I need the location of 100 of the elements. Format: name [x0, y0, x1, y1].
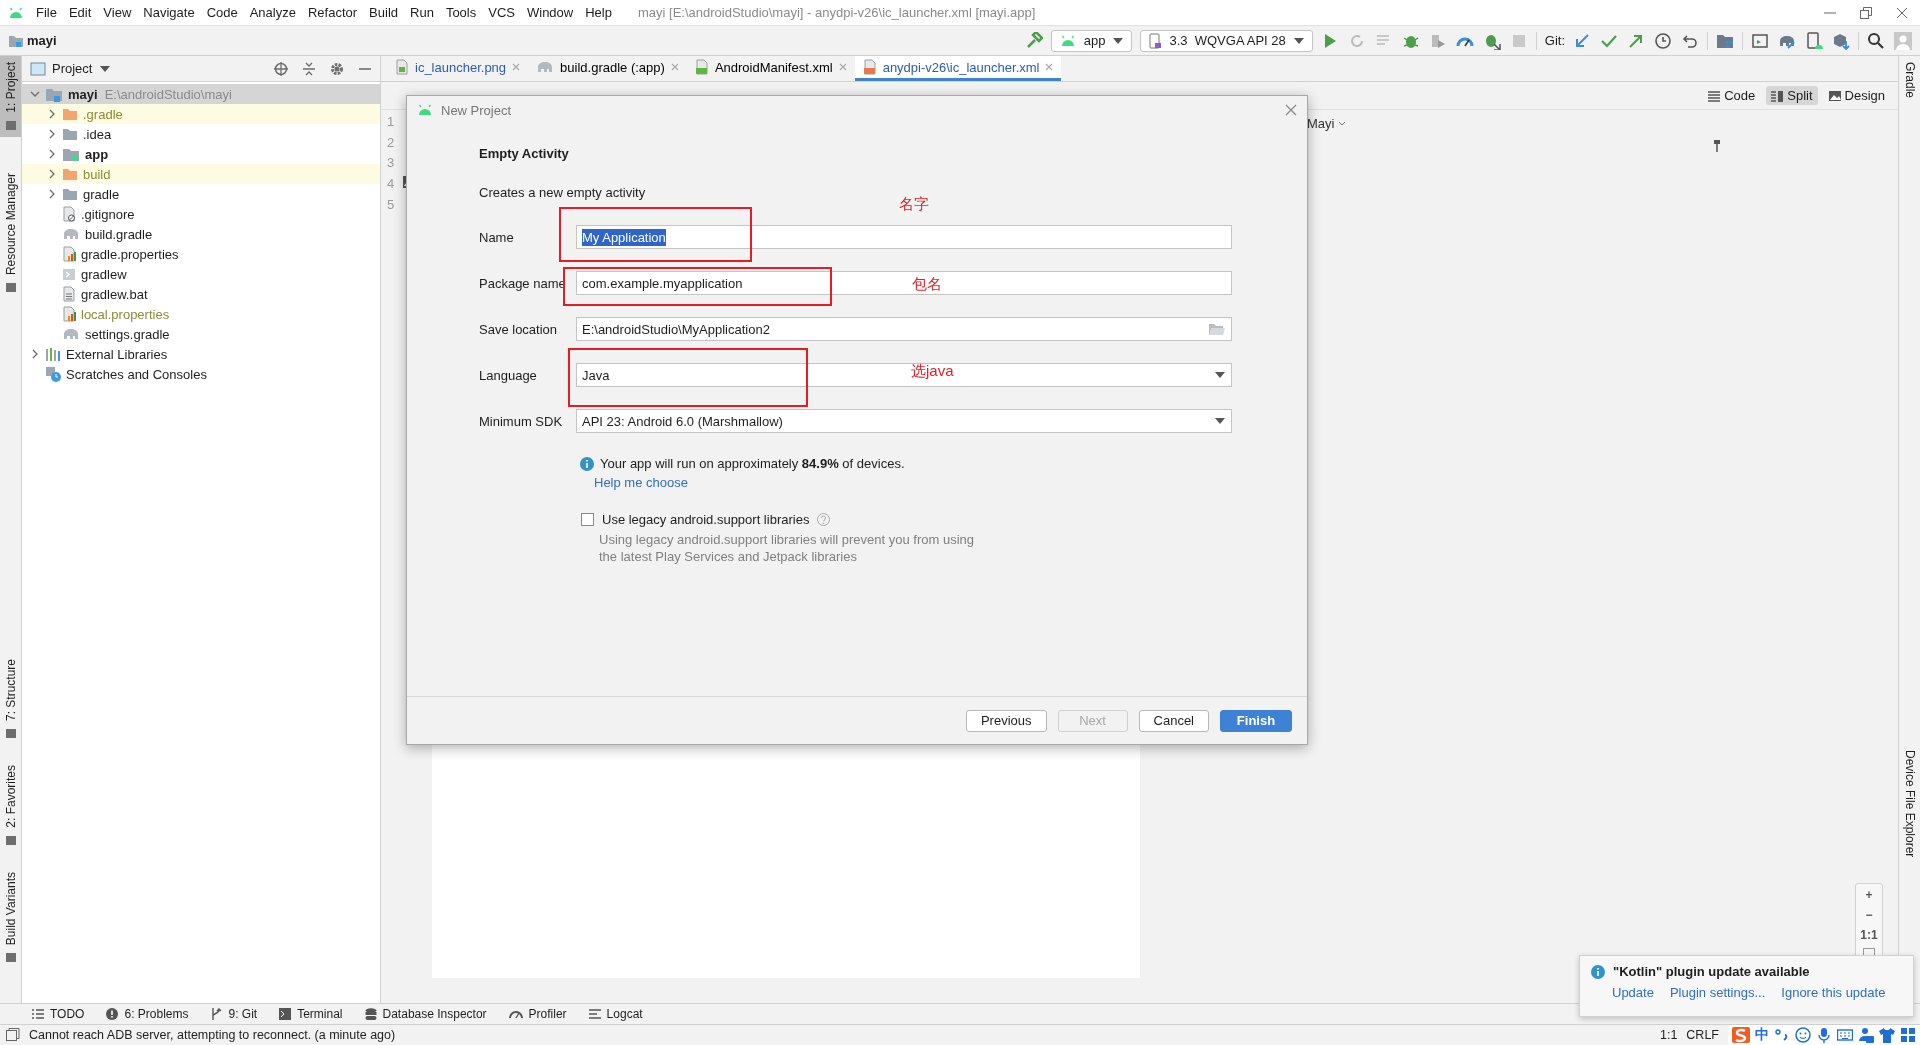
android-icon — [417, 104, 433, 116]
run-config-dropdown[interactable]: app — [1050, 29, 1133, 52]
close-icon[interactable] — [1285, 104, 1297, 116]
menu-item[interactable]: File — [30, 5, 63, 20]
editor-tab[interactable]: build.gradle (:app) — [528, 56, 687, 81]
menu-item[interactable]: Build — [363, 5, 404, 20]
device-dropdown[interactable]: 3.3 WQVGA API 28 — [1140, 29, 1313, 52]
tree-item[interactable]: mayi E:\androidStudio\mayi — [22, 84, 380, 104]
xml-file-icon — [862, 59, 877, 75]
menu-item[interactable]: Tools — [439, 5, 483, 20]
notification-link[interactable]: Update — [1612, 985, 1654, 1000]
menu-item[interactable]: Refactor — [301, 5, 364, 20]
tree-item[interactable]: .gradle — [22, 104, 380, 124]
tool-window-button[interactable]: Device File Explorer — [1899, 743, 1920, 863]
tree-item[interactable]: build — [22, 164, 380, 184]
view-mode-button[interactable]: Code — [1703, 86, 1761, 105]
restore-icon[interactable] — [1860, 6, 1872, 19]
caret-position[interactable]: 1:1 — [1659, 1028, 1678, 1042]
menu-item[interactable]: Navigate — [137, 5, 201, 20]
field-label: Language — [479, 367, 538, 383]
tree-item[interactable]: settings.gradle — [22, 324, 380, 344]
ignore-file-icon — [62, 206, 76, 222]
menu-item[interactable]: VCS — [482, 5, 521, 20]
browse-folder-icon[interactable] — [1209, 323, 1225, 335]
line-number: 1 — [386, 114, 395, 131]
window-icon[interactable] — [1751, 31, 1769, 50]
notification-link[interactable]: Ignore this update — [1781, 985, 1886, 1000]
info-icon — [1591, 964, 1605, 979]
tool-window-button[interactable]: Build Variants — [0, 865, 21, 969]
settings-icon[interactable] — [330, 61, 344, 76]
checkbox[interactable] — [581, 513, 594, 526]
tool-window-button[interactable]: 1: Project — [0, 56, 21, 137]
menu-item[interactable]: Analyze — [243, 5, 302, 20]
gradle-file-icon — [62, 327, 80, 341]
dialog-button[interactable]: Cancel — [1138, 709, 1209, 732]
zoom-button[interactable]: + — [1865, 888, 1873, 902]
input-mode[interactable]: 中 — [1755, 1026, 1769, 1044]
tree-item[interactable]: gradlew.bat — [22, 284, 380, 304]
tree-item[interactable]: External Libraries — [22, 344, 380, 364]
editor-tab[interactable]: anydpi-v26\ic_launcher.xml — [854, 56, 1062, 81]
menu-item[interactable]: Window — [520, 5, 580, 20]
punctuation-icon — [1774, 1027, 1790, 1043]
tree-item[interactable]: .idea — [22, 124, 380, 144]
device-manager-icon[interactable] — [1805, 31, 1823, 50]
tool-window-button[interactable]: 9: Git — [210, 1007, 258, 1021]
tool-window-button[interactable]: 7: Structure — [0, 653, 21, 746]
search-icon[interactable] — [1867, 31, 1885, 50]
path-field[interactable]: E:\androidStudio\MyApplication2 — [576, 317, 1232, 341]
tree-item[interactable]: app — [22, 144, 380, 164]
field-label: Name — [479, 229, 515, 245]
tree-item[interactable]: local.properties — [22, 304, 380, 324]
tree-item[interactable]: gradle — [22, 184, 380, 204]
locate-icon[interactable] — [274, 61, 288, 76]
notification-link[interactable]: Plugin settings... — [1669, 985, 1766, 1000]
tool-window-button[interactable]: TODO — [32, 1007, 85, 1021]
tool-window-button[interactable]: Database Inspector — [364, 1007, 487, 1021]
dialog-button[interactable]: Previous — [965, 709, 1047, 732]
menu-item[interactable]: View — [97, 5, 138, 20]
annotation-label: 包名 — [912, 275, 942, 294]
finish-button[interactable]: Finish — [1220, 709, 1292, 732]
dropdown-caret-icon — [1215, 372, 1225, 378]
tree-item[interactable]: gradle.properties — [22, 244, 380, 264]
view-mode-button[interactable]: Split — [1766, 86, 1818, 105]
project-name[interactable]: mayi — [27, 33, 57, 48]
sdk-download-icon[interactable] — [1832, 31, 1850, 50]
tool-window-button[interactable]: Profiler — [508, 1007, 567, 1021]
line-separator[interactable]: CRLF — [1686, 1028, 1719, 1042]
tree-item[interactable]: build.gradle — [22, 224, 380, 244]
tool-window-button[interactable]: Logcat — [588, 1007, 643, 1021]
tool-window-button[interactable]: Terminal — [279, 1007, 343, 1021]
view-mode-button[interactable]: Design — [1823, 86, 1890, 105]
module-folder-icon — [62, 146, 80, 162]
history-icon[interactable] — [1654, 31, 1672, 50]
editor-tab[interactable]: AndroidManifest.xml — [686, 56, 855, 81]
zoom-button[interactable]: − — [1865, 908, 1873, 922]
menu-item[interactable]: Run — [404, 5, 440, 20]
keyboard-icon — [1837, 1027, 1853, 1043]
dropdown[interactable]: API 23: Android 6.0 (Marshmallow) — [576, 409, 1232, 433]
tool-window-button[interactable]: 6: Problems — [106, 1007, 189, 1021]
menu-item[interactable]: Edit — [62, 5, 98, 20]
close-icon[interactable] — [1896, 6, 1908, 19]
help-link[interactable]: Help me choose — [594, 475, 688, 490]
tool-window-button[interactable]: Gradle — [1899, 56, 1920, 105]
tree-item[interactable]: Scratches and Consoles — [22, 364, 380, 384]
tool-window-button[interactable]: 2: Favorites — [0, 759, 21, 852]
text-field[interactable]: My Application — [576, 225, 1232, 249]
menu-item[interactable]: Code — [200, 5, 244, 20]
editor-tab[interactable]: ic_launcher.png — [387, 56, 529, 81]
panel-toggle-icon[interactable] — [6, 1028, 20, 1042]
tool-window-button[interactable]: Resource Manager — [0, 166, 21, 299]
collapse-all-icon[interactable] — [302, 61, 316, 76]
zoom-button[interactable]: 1:1 — [1860, 928, 1878, 942]
device-preview-dropdown[interactable]: Mayi — [1307, 116, 1898, 131]
script-file-icon — [62, 267, 76, 281]
menu-item[interactable]: Help — [579, 5, 618, 20]
tool-window-icon — [4, 280, 17, 293]
panel-title-dropdown[interactable]: Project — [52, 61, 111, 76]
tree-item[interactable]: .gitignore — [22, 204, 380, 224]
update-arrow-icon[interactable] — [1573, 31, 1591, 50]
tree-item[interactable]: gradlew — [22, 264, 380, 284]
